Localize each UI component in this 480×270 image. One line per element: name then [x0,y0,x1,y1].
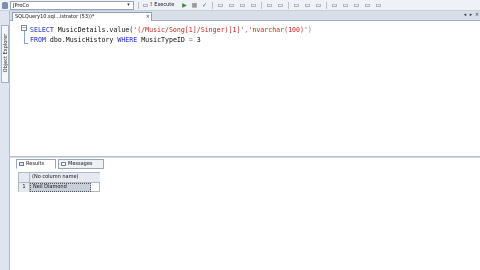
query-options-button[interactable]: ▭ [238,1,247,10]
document-tab-strip: SQLQuery10.sql...istrator (53))* × ◂ ▸ × [10,11,480,21]
row-number[interactable]: 1 [19,183,30,192]
include-actual-plan-button[interactable]: ▭ [265,1,274,10]
tab-messages-label: Messages [68,161,93,167]
connection-icon: ▭ [142,2,149,9]
indent-icon: ▭ [364,2,371,9]
selected-database: JProCo [13,3,29,9]
results-to-grid-button[interactable]: ▭ [303,1,312,10]
code-line-2: FROM dbo.MusicHistory WHERE MusicTypeID … [30,35,312,45]
cancel-query-button[interactable]: ■ [190,1,199,10]
outline-guide-end [24,43,28,44]
left-dock-strip: Object Explorer [0,11,10,270]
query-designer-button[interactable]: ▭ [227,1,236,10]
template-icon: ▭ [375,2,382,9]
actual-plan-icon: ▭ [266,2,273,9]
display-plan-button[interactable]: ▭ [216,1,225,10]
tab-messages[interactable]: Messages [58,159,104,169]
close-tab-icon[interactable]: × [146,13,150,21]
designer-icon: ▭ [228,2,235,9]
toolbar-separator [326,2,327,9]
results-tab-bar: Results Messages [16,158,136,170]
options-icon: ▭ [239,2,246,9]
close-window-icon[interactable]: × [474,12,480,19]
change-connection-button[interactable]: ▭ [141,1,150,10]
results-pane: Results Messages (No column name) 1 Neil… [10,158,480,270]
execute-label: Execute [154,2,175,8]
query-editor[interactable]: − SELECT MusicDetails.value('(/Music/Son… [10,21,480,156]
increase-indent-button[interactable]: ▭ [363,1,372,10]
statistics-icon: ▭ [277,2,284,9]
debug-button[interactable]: ▶ [180,1,189,10]
toolbar-separator [212,2,213,9]
query-toolbar: JProCo ▾ ▭ ! Execute ▶ ■ ✓ ▭ ▭ ▭ ▭ ▭ ▭ ▭ … [0,0,480,11]
query-tab-title: SQLQuery10.sql...istrator (53))* [15,14,95,20]
query-document-tab[interactable]: SQLQuery10.sql...istrator (53))* × [12,12,152,21]
keyword-from: FROM [30,36,50,44]
grid-results-icon: ▭ [304,2,311,9]
comment-icon: ▭ [331,2,338,9]
uncomment-button[interactable]: ▭ [341,1,350,10]
tab-results[interactable]: Results [16,159,56,169]
file-results-icon: ▭ [315,2,322,9]
keyword-where: WHERE [117,36,142,44]
plan-icon: ▭ [217,2,224,9]
results-to-file-button[interactable]: ▭ [314,1,323,10]
client-statistics-button[interactable]: ▭ [276,1,285,10]
results-grid[interactable]: (No column name) 1 Neil Diamond [18,172,100,192]
result-cell[interactable]: Neil Diamond [30,183,91,192]
intellisense-button[interactable]: ▭ [249,1,258,10]
outdent-icon: ▭ [353,2,360,9]
tab-results-label: Results [26,161,45,167]
message-icon [61,162,66,166]
toolbar-separator [288,2,289,9]
code-line-1: SELECT MusicDetails.value('(/Music/Song[… [30,25,312,35]
close-paren: ) [307,26,312,34]
xpath-string: '(/Music/Song[1]/Singer)[1]' [133,26,245,34]
comment-button[interactable]: ▭ [330,1,339,10]
object-explorer-tab[interactable]: Object Explorer [1,25,9,83]
toolbar-separator [261,2,262,9]
table-name: dbo.MusicHistory [49,36,118,44]
equals-operator: = [188,36,197,44]
collapse-icon[interactable]: − [21,25,27,31]
parse-button[interactable]: ✓ [200,1,209,10]
specify-template-values-button[interactable]: ▭ [374,1,383,10]
column-header[interactable]: (No column name) [30,173,100,183]
column-name: MusicTypeID [141,36,189,44]
execute-button[interactable]: ! Execute [150,1,180,10]
stop-icon: ■ [191,2,198,9]
value-method-call: MusicDetails.value( [57,26,134,34]
toolbar-separator [138,2,139,9]
grid-icon [19,162,24,166]
checkmark-icon: ✓ [201,2,208,9]
sql-code[interactable]: SELECT MusicDetails.value('(/Music/Song[… [30,25,312,45]
uncomment-icon: ▭ [342,2,349,9]
database-icon [2,2,8,9]
intellisense-icon: ▭ [250,2,257,9]
execute-icon: ! [150,2,153,8]
decrease-indent-button[interactable]: ▭ [352,1,361,10]
chevron-down-icon[interactable]: ▾ [125,2,132,9]
text-results-icon: ▭ [293,2,300,9]
results-to-text-button[interactable]: ▭ [292,1,301,10]
filter-value: 3 [196,36,201,44]
available-databases-dropdown[interactable]: JProCo ▾ [10,1,134,10]
object-explorer-label: Object Explorer [3,33,9,73]
type-string: 'nvarchar(100)' [248,26,308,34]
keyword-select: SELECT [30,26,58,34]
play-icon: ▶ [182,2,187,9]
grid-corner[interactable] [19,173,30,183]
